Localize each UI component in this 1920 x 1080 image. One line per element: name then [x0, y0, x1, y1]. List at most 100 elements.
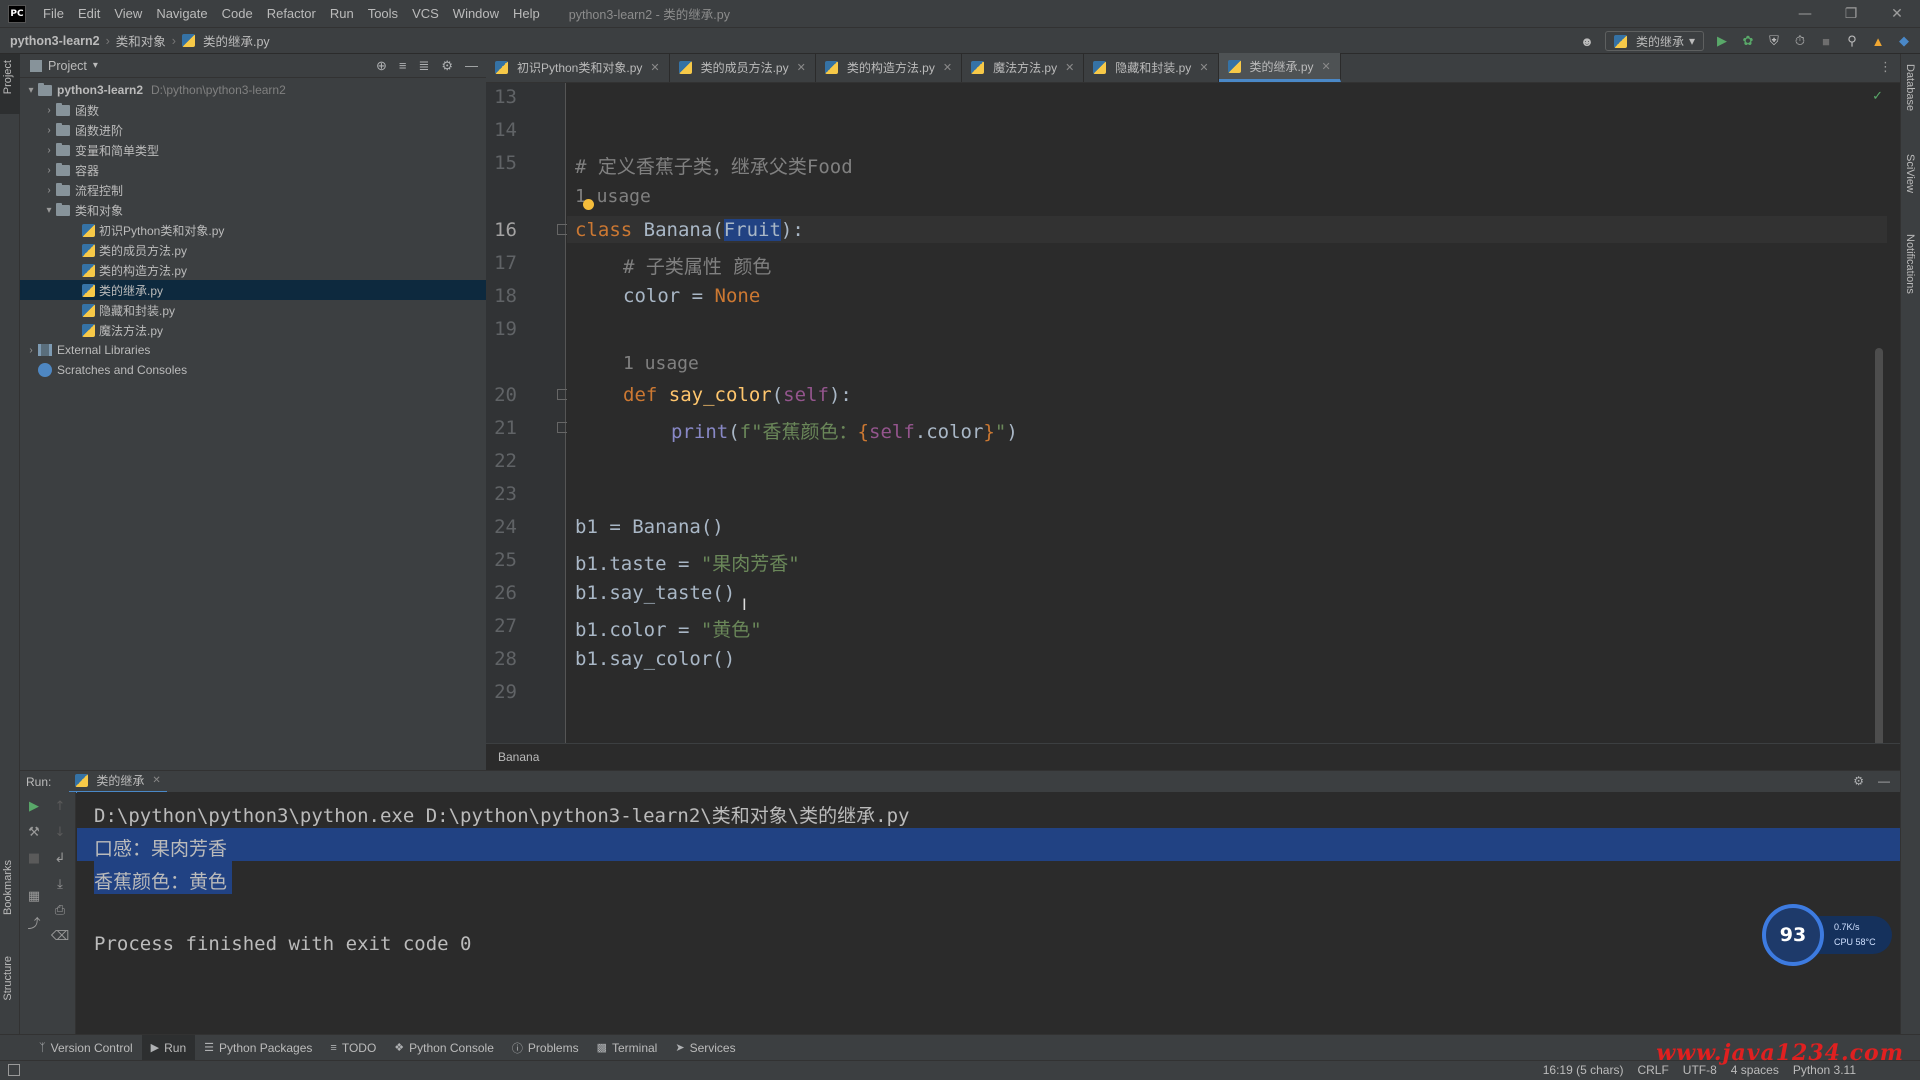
close-tab-icon[interactable]: ✕ — [943, 61, 952, 74]
tree-folder[interactable]: › 容器 — [20, 160, 486, 180]
tool-problems[interactable]: ⓘ Problems — [503, 1035, 588, 1061]
rerun-icon[interactable]: ▶ — [26, 798, 42, 814]
database-tool-label[interactable]: Database — [1904, 64, 1916, 111]
project-tool-label[interactable]: Project — [2, 60, 14, 94]
menu-window[interactable]: Window — [446, 6, 506, 21]
close-tab-icon[interactable]: ✕ — [1065, 61, 1074, 74]
close-tab-icon[interactable]: ✕ — [650, 61, 659, 74]
close-tab-icon[interactable]: ✕ — [797, 61, 806, 74]
editor-tab[interactable]: 类的成员方法.py ✕ — [670, 53, 816, 82]
more-tabs-icon[interactable]: ⋮ — [1879, 60, 1892, 75]
breadcrumb-class[interactable]: Banana — [498, 750, 539, 764]
menu-code[interactable]: Code — [215, 6, 260, 21]
close-tab-icon[interactable]: ✕ — [152, 775, 160, 786]
tool-terminal[interactable]: ▩ Terminal — [588, 1035, 667, 1061]
chevron-right-icon[interactable]: › — [24, 345, 38, 356]
editor-tab[interactable]: 魔法方法.py ✕ — [962, 53, 1085, 82]
gear-icon[interactable]: ⚙ — [1853, 774, 1864, 788]
locate-file-icon[interactable]: ⊕ — [376, 58, 387, 74]
update-icon[interactable]: ▲ — [1870, 33, 1886, 49]
panel-toggle-icon[interactable] — [8, 1064, 20, 1076]
menu-file[interactable]: File — [36, 6, 71, 21]
editor-tab[interactable]: 隐藏和封装.py ✕ — [1084, 53, 1219, 82]
tree-file[interactable]: 魔法方法.py — [20, 320, 486, 340]
chevron-right-icon[interactable]: › — [42, 185, 56, 196]
hide-panel-icon[interactable]: — — [465, 58, 478, 74]
close-window-icon[interactable]: ✕ — [1874, 0, 1920, 28]
tree-folder[interactable]: › 流程控制 — [20, 180, 486, 200]
breadcrumb-project[interactable]: python3-learn2 — [0, 34, 104, 48]
wrench-icon[interactable]: ⚒ — [26, 824, 42, 840]
print-icon[interactable]: ⎙ — [52, 902, 68, 918]
tree-folder[interactable]: › 变量和简单类型 — [20, 140, 486, 160]
jetbrains-icon[interactable]: ◆ — [1896, 33, 1912, 49]
search-icon[interactable]: ⚲ — [1844, 33, 1860, 49]
scroll-to-end-icon[interactable]: ⤓ — [52, 876, 68, 892]
soft-wrap-icon[interactable]: ↲ — [52, 850, 68, 866]
run-console[interactable]: D:\python\python3\python.exe D:\python\p… — [77, 792, 1900, 1034]
tool-python-packages[interactable]: ☰ Python Packages — [195, 1035, 321, 1061]
editor-tab-active[interactable]: 类的继承.py ✕ — [1218, 53, 1341, 82]
editor-scrollbar[interactable] — [1875, 348, 1883, 758]
cpu-monitor-widget[interactable]: 0.7K/s CPU 58°C 93 — [1762, 904, 1902, 966]
editor-breadcrumb[interactable]: Banana — [486, 743, 1900, 767]
run-tab[interactable]: 类的继承 ✕ — [69, 771, 167, 793]
tool-run[interactable]: ▶ Run — [141, 1034, 196, 1061]
debug-icon[interactable]: ✿ — [1740, 33, 1756, 49]
breadcrumb-file[interactable]: 类的继承.py — [199, 31, 274, 50]
tree-folder-open[interactable]: ▾ 类和对象 — [20, 200, 486, 220]
hide-panel-icon[interactable]: — — [1878, 774, 1890, 788]
lightbulb-icon[interactable] — [583, 199, 594, 210]
code-editor[interactable]: # 定义香蕉子类，继承父类Food 1 usage class Banana(F… — [567, 83, 1887, 758]
user-icon[interactable]: ☻ — [1579, 33, 1595, 49]
gear-icon[interactable]: ⚙ — [441, 58, 453, 74]
editor-tab[interactable]: 类的构造方法.py ✕ — [816, 53, 963, 82]
tree-root[interactable]: ▾ python3-learn2 D:\python\python3-learn… — [20, 80, 486, 100]
stop-icon[interactable]: ■ — [26, 850, 42, 866]
chevron-right-icon[interactable]: › — [42, 145, 56, 156]
chevron-down-icon[interactable]: ▾ — [24, 85, 38, 96]
down-arrow-icon[interactable]: ↓ — [52, 824, 68, 840]
inspection-ok-icon[interactable]: ✓ — [1872, 89, 1883, 104]
collapse-all-icon[interactable]: ≣ — [418, 58, 429, 74]
menu-view[interactable]: View — [107, 6, 149, 21]
menu-run[interactable]: Run — [323, 6, 361, 21]
tree-folder[interactable]: › 函数进阶 — [20, 120, 486, 140]
chevron-down-icon[interactable]: ▾ — [93, 60, 98, 71]
caret-position[interactable]: 16:19 (5 chars) — [1543, 1063, 1624, 1077]
expand-all-icon[interactable]: ≡ — [399, 58, 407, 74]
up-arrow-icon[interactable]: ↑ — [52, 798, 68, 814]
tree-scratches[interactable]: Scratches and Consoles — [20, 360, 486, 380]
layout-icon[interactable]: ▦ — [26, 888, 42, 904]
tree-file[interactable]: 隐藏和封装.py — [20, 300, 486, 320]
notifications-tool-label[interactable]: Notifications — [1904, 234, 1916, 294]
menu-help[interactable]: Help — [506, 6, 547, 21]
sciview-tool-label[interactable]: SciView — [1904, 154, 1916, 193]
profile-icon[interactable]: ⏱ — [1792, 33, 1808, 49]
editor-tab[interactable]: 初识Python类和对象.py ✕ — [486, 53, 670, 82]
tree-file[interactable]: 初识Python类和对象.py — [20, 220, 486, 240]
stop-icon[interactable]: ■ — [1818, 33, 1834, 49]
tree-folder[interactable]: › 函数 — [20, 100, 486, 120]
coverage-icon[interactable]: ⛨ — [1766, 33, 1782, 49]
menu-refactor[interactable]: Refactor — [260, 6, 323, 21]
chevron-right-icon[interactable]: › — [42, 165, 56, 176]
chevron-right-icon[interactable]: › — [42, 105, 56, 116]
minimize-icon[interactable]: — — [1782, 0, 1828, 28]
menu-tools[interactable]: Tools — [361, 6, 405, 21]
close-tab-icon[interactable]: ✕ — [1199, 61, 1208, 74]
pin-icon[interactable]: ⤴ — [26, 914, 42, 932]
menu-edit[interactable]: Edit — [71, 6, 107, 21]
structure-tool-label[interactable]: Structure — [2, 956, 14, 1001]
run-configuration-select[interactable]: 类的继承 ▾ — [1604, 31, 1704, 51]
breadcrumb-folder[interactable]: 类和对象 — [112, 31, 170, 50]
tree-file[interactable]: 类的构造方法.py — [20, 260, 486, 280]
trash-icon[interactable]: ⌫ — [51, 928, 69, 944]
chevron-down-icon[interactable]: ▾ — [42, 205, 56, 216]
project-panel-title[interactable]: Project — [48, 59, 87, 73]
bookmarks-tool-label[interactable]: Bookmarks — [2, 860, 14, 915]
chevron-right-icon[interactable]: › — [42, 125, 56, 136]
tool-todo[interactable]: ≡ TODO — [321, 1035, 385, 1061]
usage-hint[interactable]: 1 usage — [623, 353, 699, 374]
tool-version-control[interactable]: ᛉ Version Control — [30, 1035, 142, 1061]
